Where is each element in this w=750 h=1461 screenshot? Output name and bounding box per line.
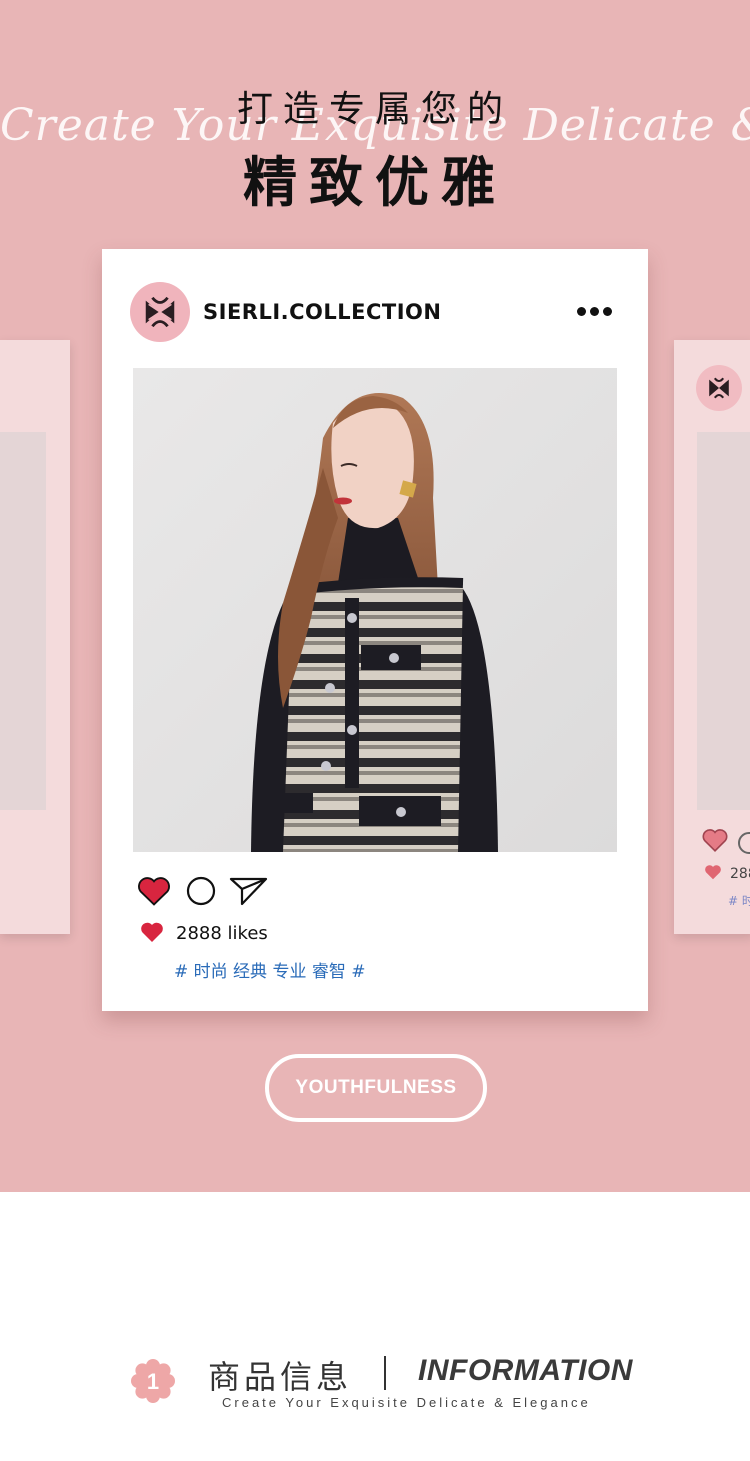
post-actions	[137, 875, 277, 911]
youthfulness-button[interactable]: YOUTHFULNESS	[265, 1054, 487, 1122]
side-post-left[interactable]	[0, 340, 70, 934]
like-count: 2888 likes	[176, 923, 268, 944]
section-subtitle: Create Your Exquisite Delicate & Eleganc…	[222, 1395, 591, 1410]
post-photo	[133, 368, 617, 852]
heart-icon	[141, 922, 163, 942]
section-title-cn: 商品信息	[208, 1358, 353, 1396]
more-icon[interactable]	[575, 305, 615, 319]
side-post-right[interactable]: 288 # 时	[674, 340, 750, 934]
likes-row	[140, 921, 164, 945]
brand-logo-icon	[145, 296, 175, 328]
heart-icon	[705, 865, 721, 880]
heart-icon[interactable]	[702, 828, 728, 852]
headline-line-1: 打造专属您的	[236, 89, 513, 130]
comment-icon[interactable]	[186, 876, 216, 906]
side-post-image	[697, 432, 750, 810]
model-photo-illustration	[133, 368, 617, 852]
username[interactable]: SIERLI.COLLECTION	[203, 300, 441, 324]
flower-badge-icon: 1	[130, 1358, 176, 1404]
avatar	[696, 365, 742, 411]
heart-icon[interactable]	[137, 875, 171, 907]
badge-number: 1	[147, 1369, 159, 1394]
hashtags: # 时	[728, 894, 750, 908]
title-divider	[384, 1356, 386, 1390]
side-post-image	[0, 432, 46, 810]
headline-line-2: 精致优雅	[243, 151, 507, 214]
hero-section: Create Your Exquisite Delicate & Eleganc…	[0, 0, 750, 1192]
comment-icon[interactable]	[738, 832, 750, 854]
brand-logo-icon	[709, 377, 729, 399]
section-title-en: INFORMATION	[418, 1354, 633, 1387]
post-card: SIERLI.COLLECTION 2888 likes # 时尚 经典 专业 …	[102, 249, 648, 1011]
avatar[interactable]	[130, 282, 190, 342]
youthfulness-label: YOUTHFULNESS	[295, 1077, 457, 1098]
like-count: 288	[730, 866, 750, 882]
send-icon[interactable]	[229, 875, 269, 907]
hashtags[interactable]: # 时尚 经典 专业 睿智 #	[174, 957, 366, 982]
